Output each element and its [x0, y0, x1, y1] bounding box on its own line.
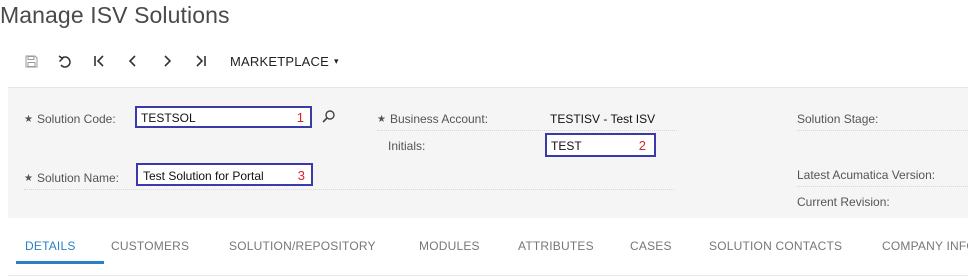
marketplace-menu[interactable]: MARKETPLACE ▾: [230, 54, 339, 69]
page-title: Manage ISV Solutions: [0, 2, 230, 28]
tab-company-info[interactable]: COMPANY INFO: [882, 239, 968, 253]
first-record-button[interactable]: [82, 50, 116, 72]
initials-label: Initials:: [388, 139, 426, 153]
tab-cases[interactable]: CASES: [630, 239, 672, 253]
toolbar: MARKETPLACE ▾: [14, 50, 339, 72]
business-account-label: ★ Business Account:: [377, 112, 489, 126]
initials-field[interactable]: TEST 2: [545, 133, 656, 157]
summary-form: ★ Solution Code: TESTSOL 1 ★ Business Acco…: [8, 87, 968, 218]
next-record-button[interactable]: [150, 50, 184, 72]
tab-customers[interactable]: CUSTOMERS: [111, 239, 189, 253]
annotation-marker-2: 2: [638, 138, 646, 153]
solution-name-field[interactable]: Test Solution for Portal 3: [136, 163, 313, 186]
solution-code-field[interactable]: TESTSOL 1: [135, 106, 312, 128]
latest-acumatica-version-label: Latest Acumatica Version:: [797, 168, 936, 182]
solution-code-label: ★ Solution Code:: [24, 112, 116, 126]
divider: [797, 130, 968, 131]
required-marker: ★: [24, 114, 33, 125]
chevron-down-icon: ▾: [334, 55, 339, 66]
last-record-icon: [196, 55, 206, 67]
divider: [24, 189, 674, 190]
solution-code-value: TESTSOL: [141, 111, 196, 125]
solution-stage-label: Solution Stage:: [797, 112, 879, 126]
current-revision-label: Current Revision:: [797, 195, 890, 209]
undo-icon: [58, 54, 71, 68]
tab-bar: DETAILS CUSTOMERS SOLUTION/REPOSITORY MO…: [8, 233, 968, 276]
marketplace-menu-label: MARKETPLACE: [230, 53, 330, 69]
search-icon[interactable]: [321, 109, 337, 125]
tab-solution-repository[interactable]: SOLUTION/REPOSITORY: [229, 239, 376, 253]
divider: [797, 186, 968, 187]
save-icon: [25, 55, 37, 67]
business-account-value[interactable]: TESTISV - Test ISV: [550, 112, 655, 126]
first-record-icon: [94, 55, 104, 67]
required-marker: ★: [24, 173, 33, 184]
last-record-button[interactable]: [184, 50, 218, 72]
required-marker: ★: [377, 114, 386, 125]
annotation-marker-3: 3: [297, 168, 305, 183]
save-button[interactable]: [14, 50, 48, 72]
previous-record-button[interactable]: [116, 50, 150, 72]
previous-record-icon: [128, 55, 136, 67]
tab-attributes[interactable]: ATTRIBUTES: [518, 239, 594, 253]
solution-name-value: Test Solution for Portal: [143, 169, 264, 183]
undo-button[interactable]: [48, 50, 82, 72]
tab-details[interactable]: DETAILS: [25, 239, 76, 253]
next-record-icon: [164, 55, 172, 67]
active-tab-indicator: [16, 261, 104, 264]
annotation-marker-1: 1: [296, 110, 304, 125]
solution-name-label: ★ Solution Name:: [24, 171, 120, 185]
tab-solution-contacts[interactable]: SOLUTION CONTACTS: [709, 239, 842, 253]
tab-modules[interactable]: MODULES: [419, 239, 480, 253]
divider: [377, 130, 677, 131]
initials-value: TEST: [551, 139, 582, 153]
